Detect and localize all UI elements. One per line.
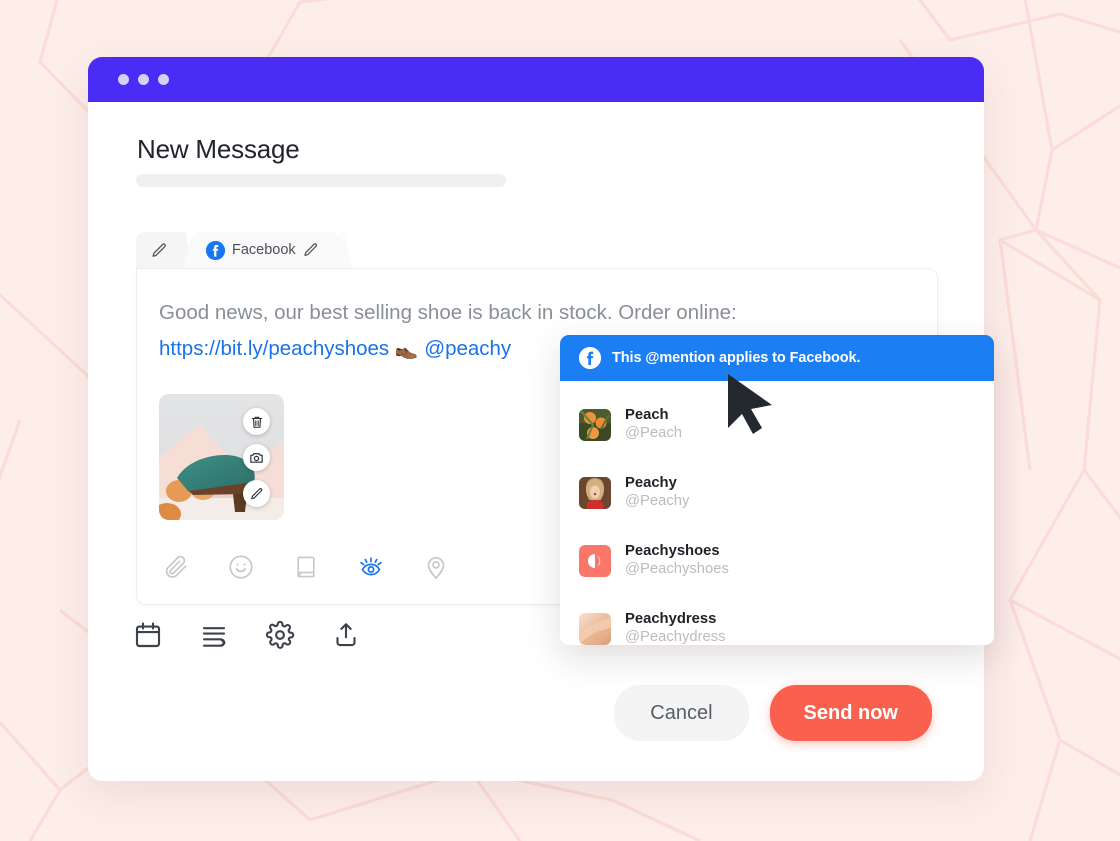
window-controls <box>118 74 169 85</box>
window-minimize-dot[interactable] <box>138 74 149 85</box>
cancel-button[interactable]: Cancel <box>614 685 749 741</box>
pencil-icon <box>250 487 262 499</box>
tab-facebook[interactable]: Facebook <box>192 232 341 268</box>
mention-name: Peachydress <box>625 611 717 627</box>
mention-name: Peachy <box>625 475 677 491</box>
peach-fabric-photo <box>579 613 611 645</box>
tab-facebook-label: Facebook <box>232 242 296 258</box>
mention-panel-header-text: This @mention applies to Facebook. <box>612 350 861 366</box>
window-maximize-dot[interactable] <box>158 74 169 85</box>
mention-handle: @Peach <box>625 425 682 441</box>
trash-icon <box>251 416 262 428</box>
mention-name: Peachyshoes <box>625 543 720 559</box>
composer-toolbar <box>159 550 453 584</box>
mention-handle: @Peachy <box>625 493 690 509</box>
send-now-button[interactable]: Send now <box>769 685 932 741</box>
share-button[interactable] <box>328 617 364 653</box>
attachment-actions <box>243 408 270 507</box>
schedule-button[interactable] <box>130 617 166 653</box>
tab-master-compose[interactable] <box>136 232 181 268</box>
mention-row-text: Peach @Peach <box>625 407 682 443</box>
mention-name: Peach <box>625 407 669 423</box>
delete-attachment-button[interactable] <box>243 408 270 435</box>
emoji-button[interactable] <box>224 550 258 584</box>
queue-arrow-icon <box>202 627 226 647</box>
list-item[interactable]: Peachyshoes @Peachyshoes <box>560 527 994 595</box>
peachyshoes-logo <box>579 545 611 577</box>
attach-file-button[interactable] <box>159 550 193 584</box>
window-close-dot[interactable] <box>118 74 129 85</box>
peach-fruit-photo <box>579 409 611 441</box>
avatar <box>579 477 611 509</box>
facebook-icon <box>579 347 601 369</box>
message-line-1: Good news, our best selling shoe is back… <box>159 301 737 324</box>
saved-replies-button[interactable] <box>289 550 323 584</box>
channel-tabs: Facebook <box>136 232 341 268</box>
message-mention: @peachy <box>424 337 512 360</box>
mention-row-text: Peachydress @Peachydress <box>625 611 726 645</box>
avatar <box>579 409 611 441</box>
hashtag-insight-button[interactable] <box>354 550 388 584</box>
facebook-icon <box>206 240 225 260</box>
smiley-icon <box>229 555 253 579</box>
page-title: New Message <box>137 134 300 164</box>
replace-attachment-button[interactable] <box>243 444 270 471</box>
card-icon <box>297 556 315 578</box>
location-button[interactable] <box>419 550 453 584</box>
upload-icon <box>336 623 356 647</box>
pencil-icon <box>152 242 166 257</box>
avatar <box>579 545 611 577</box>
mention-handle: @Peachydress <box>625 629 726 645</box>
list-item[interactable]: Peachy @Peachy <box>560 459 994 527</box>
edit-attachment-button[interactable] <box>243 480 270 507</box>
message-link[interactable]: https://bit.ly/peachyshoes <box>159 337 389 360</box>
dialog-actions: Cancel Send now <box>614 685 932 741</box>
gear-icon <box>265 620 295 649</box>
message-options-toolbar <box>130 617 364 653</box>
pencil-icon[interactable] <box>303 242 319 258</box>
calendar-icon <box>135 622 161 648</box>
mouse-pointer <box>728 374 772 434</box>
facebook-glyph <box>206 240 225 260</box>
shoe-emoji: 👞 <box>394 339 419 360</box>
mention-handle: @Peachyshoes <box>625 561 729 577</box>
woman-portrait-photo <box>579 477 611 509</box>
subtitle-placeholder-bar <box>136 174 506 187</box>
facebook-glyph <box>579 347 601 369</box>
eye-icon <box>360 557 382 576</box>
list-item[interactable]: Peachydress @Peachydress <box>560 595 994 645</box>
avatar <box>579 613 611 645</box>
window-titlebar <box>88 57 984 102</box>
mention-row-text: Peachy @Peachy <box>625 475 689 511</box>
mention-row-text: Peachyshoes @Peachyshoes <box>625 543 729 579</box>
queue-button[interactable] <box>196 617 232 653</box>
settings-button[interactable] <box>262 617 298 653</box>
paperclip-icon <box>165 555 187 578</box>
camera-icon <box>250 453 263 463</box>
location-pin-icon <box>427 556 445 579</box>
